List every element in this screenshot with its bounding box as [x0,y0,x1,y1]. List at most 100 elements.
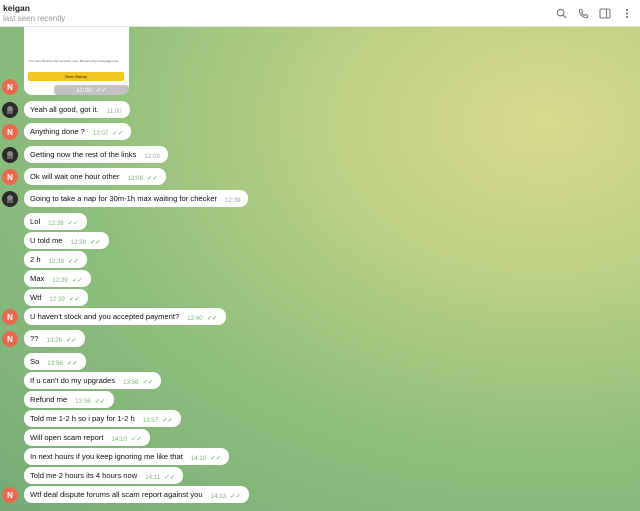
message-text: ?? [30,334,39,343]
message-bubble[interactable]: U told me 12:39 ✓✓ [24,232,109,249]
message-time: 13:56 [123,379,139,386]
message-text: So [30,357,40,366]
read-check-icon: ✓✓ [67,220,79,227]
image-time: 11:00 [76,86,92,94]
message-text: Will open scam report [30,433,104,442]
avatar[interactable]: N [2,124,18,140]
message-bubble[interactable]: Told me 1-2 h so i pay for 1-2 h 13:57 ✓✓ [24,410,182,427]
message-time: 14:11 [145,474,161,481]
read-check-icon: ✓✓ [206,315,218,322]
message-text: 2 h [30,255,41,264]
message-bubble[interactable]: Max 12:39 ✓✓ [24,270,91,287]
contact-name[interactable]: keigan [3,3,30,13]
message-text: Ok will wait one hour other [30,172,120,181]
message-time: 12:39 [225,197,241,204]
message-bubble[interactable]: 2 h 12:39 ✓✓ [24,251,87,268]
message-time: 12:39 [70,239,86,246]
avatar[interactable] [2,191,18,207]
avatar[interactable]: N [2,309,18,325]
message-bubble[interactable]: Anything done ? 12:07 ✓✓ [24,123,132,140]
read-check-icon: ✓✓ [130,436,142,443]
message-text: Lol [30,217,41,226]
message-text: Told me 2 hours its 4 hours now [30,471,138,480]
read-check-icon: ✓✓ [68,258,79,265]
message-text: Wtf [30,293,42,302]
message-time: 13:56 [75,398,91,405]
view-history-button: View History [28,72,124,81]
sidebar-icon[interactable] [598,6,612,20]
message-bubble[interactable]: Told me 2 hours its 4 hours now 14:11 ✓✓ [24,467,184,484]
message-bubble[interactable]: Getting now the rest of the links 12:08 [24,146,168,163]
header-actions [554,6,634,20]
message-time: 12:39 [48,220,64,227]
message-bubble[interactable]: Wtf deal dispute forums all scam report … [24,486,250,503]
message-time: 14:10 [111,436,127,443]
message-text: In next hours if you keep ignoring me li… [30,452,183,461]
message-text: Getting now the rest of the links [30,150,137,159]
message-time: 12:07 [92,130,109,137]
message-time: 12:08 [127,175,143,182]
message-bubble[interactable]: So 13:56 ✓✓ [24,353,86,370]
message-text: Refund me [30,395,68,404]
read-check-icon: ✓✓ [89,239,101,246]
image-message[interactable]: For more Binance Pay services, open Bina… [24,27,129,95]
message-time: 14:13 [210,493,227,500]
message-text: Wtf deal dispute forums all scam report … [30,490,203,499]
read-check-icon: ✓✓ [66,360,78,367]
read-check-icon: ✓✓ [71,277,83,284]
message-time: 12:39 [49,296,65,303]
message-text: Max [30,274,45,283]
message-time: 12:08 [144,153,160,160]
message-bubble[interactable]: ?? 13:26 ✓✓ [24,330,85,347]
message-bubble[interactable]: Ok will wait one hour other 12:08 ✓✓ [24,168,166,185]
message-bubble[interactable]: Lol 12:39 ✓✓ [24,213,87,230]
message-text: U haven't stock and you accepted payment… [30,312,180,321]
message-text: If u can't do my upgrades [30,376,116,385]
read-check-icon: ✓✓ [210,455,222,462]
avatar[interactable] [2,102,18,118]
read-check-icon: ✓✓ [230,493,242,500]
avatar[interactable]: N [2,169,18,185]
message-bubble[interactable]: Yeah all good, got it. 11:00 [24,101,130,118]
chat-area[interactable]: For more Binance Pay services, open Bina… [0,27,640,511]
message-time: 12:39 [48,258,65,265]
message-bubble[interactable]: Refund me 13:56 ✓✓ [24,391,114,408]
read-check-icon: ✓✓ [146,175,158,182]
read-check-icon: ✓✓ [162,417,174,424]
read-check-icon: ✓✓ [68,296,80,303]
message-time: 14:10 [190,455,207,462]
message-bubble[interactable]: Wtf 12:39 ✓✓ [24,289,88,306]
avatar[interactable] [2,147,18,163]
image-timestamp: 11:00 ✓✓ [54,85,129,95]
message-time: 12:40 [187,315,203,322]
image-small-text: For more Binance Pay services, open Bina… [29,59,119,63]
avatar[interactable]: N [2,79,18,95]
message-text: U told me [30,236,63,245]
message-bubble[interactable]: In next hours if you keep ignoring me li… [24,448,230,465]
message-text: Going to take a nap for 30m-1h max waiti… [30,194,217,203]
read-check-icon: ✓✓ [65,337,77,344]
read-check-icon: ✓✓ [94,398,106,405]
message-time: 12:39 [52,277,68,284]
message-text: Told me 1-2 h so i pay for 1-2 h [30,414,135,423]
message-time: 13:56 [47,360,63,367]
message-time: 13:57 [142,417,159,424]
message-bubble[interactable]: Will open scam report 14:10 ✓✓ [24,429,150,446]
message-bubble[interactable]: If u can't do my upgrades 13:56 ✓✓ [24,372,162,389]
phone-icon[interactable] [576,6,590,20]
read-check-icon: ✓✓ [164,474,176,481]
message-bubble[interactable]: U haven't stock and you accepted payment… [24,308,226,325]
message-text: Yeah all good, got it. [30,105,99,114]
read-check-icon: ✓✓ [142,379,154,386]
double-check-icon: ✓✓ [95,87,107,94]
chat-header: keigan last seen recently [0,0,640,27]
more-icon[interactable] [620,6,634,20]
avatar[interactable]: N [2,331,18,347]
avatar[interactable]: N [2,487,18,503]
message-text: Anything done ? [30,127,85,136]
message-time: 11:00 [106,108,122,115]
message-bubble[interactable]: Going to take a nap for 30m-1h max waiti… [24,190,249,207]
contact-status: last seen recently [3,14,66,23]
message-time: 13:26 [46,337,62,344]
search-icon[interactable] [554,6,568,20]
